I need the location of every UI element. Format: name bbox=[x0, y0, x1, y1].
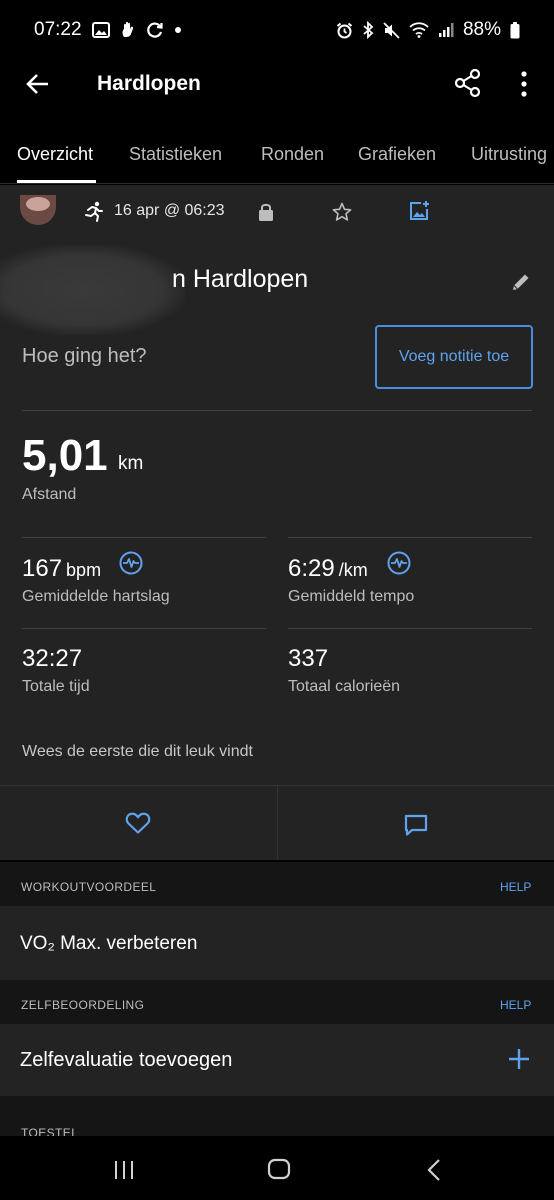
active-tab-indicator bbox=[17, 180, 96, 183]
distance-unit: km bbox=[118, 453, 144, 474]
divider bbox=[288, 537, 532, 538]
pace-stat: 6:29/km bbox=[288, 555, 368, 583]
help-link[interactable]: HELP bbox=[500, 998, 531, 1012]
battery-percent: 88% bbox=[462, 19, 501, 40]
lock-icon[interactable] bbox=[257, 202, 275, 222]
nav-back-icon[interactable] bbox=[425, 1158, 443, 1182]
comment-icon[interactable] bbox=[404, 813, 428, 837]
divider bbox=[22, 410, 532, 411]
heart-rate-graph-icon[interactable] bbox=[119, 551, 143, 575]
edit-pencil-icon[interactable] bbox=[511, 272, 531, 292]
workout-benefit-row[interactable]: VO₂ Max. verbeteren bbox=[0, 906, 554, 980]
divider bbox=[277, 785, 278, 860]
heart-rate-unit: bpm bbox=[66, 560, 102, 580]
pace-unit: /km bbox=[338, 560, 368, 580]
tab-grafieken[interactable]: Grafieken bbox=[358, 144, 436, 165]
running-icon bbox=[83, 201, 105, 223]
tab-ronden[interactable]: Ronden bbox=[261, 144, 324, 165]
calories-label: Totaal calorieën bbox=[288, 678, 401, 695]
hand-icon bbox=[120, 21, 136, 39]
add-photo-icon[interactable] bbox=[408, 200, 430, 222]
app-bar: Hardlopen bbox=[0, 60, 554, 108]
help-link[interactable]: HELP bbox=[500, 880, 531, 894]
avatar[interactable] bbox=[20, 195, 56, 225]
heart-rate-label: Gemiddelde hartslag bbox=[22, 588, 170, 605]
status-bar: 07:22 88% bbox=[0, 0, 554, 60]
tab-bar: Overzicht Statistieken Ronden Grafieken … bbox=[0, 128, 554, 184]
distance-label: Afstand bbox=[22, 486, 77, 503]
heart-rate-stat: 167 bpm bbox=[22, 555, 101, 583]
dot-icon bbox=[174, 26, 182, 34]
workout-benefit-header: WORKOUTVOORDEEL HELP bbox=[0, 862, 554, 906]
total-time-value: 32:27 bbox=[22, 645, 83, 672]
wifi-icon bbox=[409, 22, 429, 38]
section-title: WORKOUTVOORDEEL bbox=[21, 880, 157, 894]
feeling-prompt: Hoe ging het? bbox=[22, 345, 147, 367]
image-icon bbox=[91, 22, 110, 38]
recent-apps-icon[interactable] bbox=[113, 1160, 135, 1180]
self-evaluation-header: ZELFBEOORDELING HELP bbox=[0, 980, 554, 1024]
activity-date: 16 apr @ 06:23 bbox=[114, 202, 225, 219]
likes-text: Wees de eerste die dit leuk vindt bbox=[22, 743, 253, 760]
total-time-label: Totale tijd bbox=[22, 678, 90, 695]
self-evaluation-row[interactable]: Zelfevaluatie toevoegen bbox=[0, 1024, 554, 1096]
device-header: TOESTEL bbox=[0, 1096, 554, 1140]
activity-card: 16 apr @ 06:23 n Hardlopen Hoe ging het?… bbox=[0, 185, 554, 860]
star-icon[interactable] bbox=[332, 202, 352, 222]
more-options-icon[interactable] bbox=[512, 68, 536, 100]
system-nav-bar bbox=[0, 1136, 554, 1200]
activity-name: n Hardlopen bbox=[172, 265, 309, 293]
distance-value: 5,01 bbox=[22, 431, 108, 480]
back-arrow-icon[interactable] bbox=[24, 70, 52, 98]
heart-icon[interactable] bbox=[125, 811, 151, 835]
signal-icon bbox=[438, 22, 454, 38]
page-title: Hardlopen bbox=[97, 72, 201, 95]
tab-statistieken[interactable]: Statistieken bbox=[129, 144, 222, 165]
share-icon[interactable] bbox=[454, 68, 482, 98]
sync-icon bbox=[146, 21, 164, 39]
calories-value: 337 bbox=[288, 645, 329, 672]
add-note-button[interactable]: Voeg notitie toe bbox=[375, 325, 533, 389]
alarm-icon bbox=[336, 22, 353, 39]
tab-uitrusting[interactable]: Uitrusting bbox=[471, 144, 547, 165]
pace-label: Gemiddeld tempo bbox=[288, 588, 415, 605]
bluetooth-icon bbox=[362, 21, 374, 39]
redacted-area bbox=[0, 245, 185, 335]
heart-rate-value: 167 bbox=[22, 555, 63, 582]
mute-icon bbox=[383, 21, 400, 39]
self-evaluation-label: Zelfevaluatie toevoegen bbox=[20, 1049, 233, 1071]
workout-benefit-value: VO₂ Max. verbeteren bbox=[20, 933, 198, 954]
pace-graph-icon[interactable] bbox=[387, 551, 411, 575]
pace-value: 6:29 bbox=[288, 555, 335, 582]
plus-icon[interactable] bbox=[508, 1048, 530, 1070]
battery-icon bbox=[510, 21, 520, 39]
divider bbox=[288, 628, 532, 629]
tab-overzicht[interactable]: Overzicht bbox=[17, 144, 93, 165]
divider bbox=[22, 628, 266, 629]
divider bbox=[22, 537, 266, 538]
section-title: ZELFBEOORDELING bbox=[21, 998, 145, 1012]
status-time: 07:22 bbox=[34, 19, 82, 40]
home-icon[interactable] bbox=[267, 1158, 291, 1180]
